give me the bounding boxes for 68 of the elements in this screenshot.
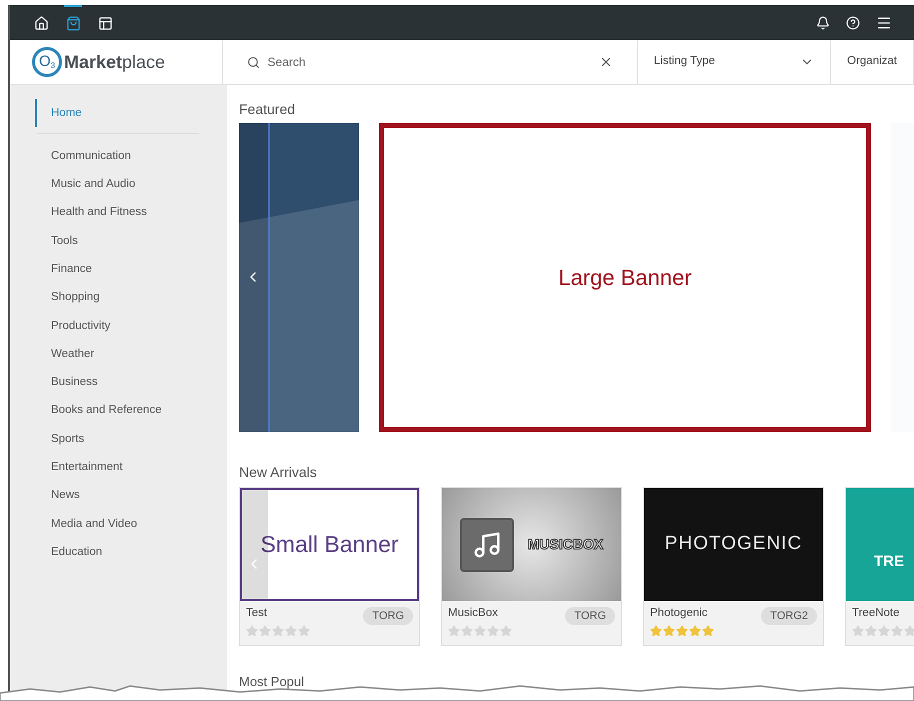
- home-icon: [34, 16, 48, 31]
- bell-icon[interactable]: [816, 16, 830, 30]
- app-card[interactable]: PHOTOGENIC Photogenic TORG2: [643, 487, 824, 646]
- section-title: Featured: [239, 100, 296, 119]
- sidebar-item[interactable]: Health and Fitness: [35, 198, 199, 228]
- star-icon: [865, 625, 877, 638]
- star-icon: [461, 625, 473, 638]
- sidebar-item[interactable]: Home: [35, 99, 199, 128]
- banner-text: PHOTOGENIC: [664, 532, 802, 556]
- bag-icon: [66, 16, 80, 31]
- sidebar-item[interactable]: Entertainment: [35, 454, 199, 482]
- star-icon: [474, 625, 486, 638]
- app-name: Photogenic: [650, 606, 709, 621]
- filter-dropdown[interactable]: Listing Type: [638, 40, 832, 84]
- star-icon: [650, 625, 662, 638]
- star-icon: [487, 625, 499, 638]
- filter-dropdown[interactable]: Organizat: [831, 40, 914, 84]
- star-icon: [904, 625, 914, 638]
- banner-text: Small Banner: [260, 530, 399, 560]
- sidebar-item[interactable]: Weather: [35, 340, 199, 369]
- search-icon: [246, 56, 260, 68]
- layout-icon: [98, 16, 112, 31]
- sidebar-item[interactable]: Tools: [35, 227, 199, 256]
- sidebar-item[interactable]: Business: [35, 368, 199, 397]
- star-icon: [246, 625, 258, 638]
- app-card[interactable]: TRE TreeNote: [845, 487, 914, 646]
- logo-icon: O$_{3}$: [32, 47, 62, 77]
- sidebar-item[interactable]: Communication: [35, 142, 199, 171]
- sidebar-item[interactable]: News: [35, 482, 199, 510]
- banner-text: Large Banner: [558, 264, 692, 292]
- logo-text: Marketplace: [64, 50, 166, 74]
- menu-icon[interactable]: [876, 14, 892, 30]
- org-tag: TORG: [565, 607, 615, 625]
- app-card[interactable]: Small Banner Test TORG: [239, 487, 420, 646]
- star-icon: [891, 625, 903, 638]
- sidebar-item[interactable]: Shopping: [35, 284, 199, 312]
- star-icon: [259, 625, 271, 638]
- star-icon: [285, 625, 297, 638]
- app-name: Test: [246, 606, 268, 621]
- star-icon: [448, 625, 460, 638]
- star-icon: [272, 625, 284, 638]
- star-icon: [676, 625, 688, 638]
- star-icon: [500, 625, 512, 638]
- section-title: New Arrivals: [239, 463, 318, 482]
- app-name: MusicBox: [448, 606, 499, 621]
- sidebar-item[interactable]: Books and Reference: [35, 396, 199, 426]
- star-icon: [663, 625, 675, 638]
- org-tag: TORG2: [761, 607, 817, 625]
- star-icon: [298, 625, 310, 638]
- star-icon: [878, 625, 890, 638]
- banner-text: TRE: [874, 552, 904, 572]
- sidebar-item[interactable]: Media and Video: [35, 510, 199, 538]
- search-field[interactable]: Search: [268, 53, 591, 71]
- sidebar-item[interactable]: Productivity: [35, 312, 199, 340]
- app-name: TreeNote: [852, 606, 901, 621]
- star-icon: [702, 625, 714, 638]
- section-title: Most Popul: [239, 673, 306, 691]
- star-icon: [689, 625, 701, 638]
- org-tag: TORG: [363, 607, 413, 625]
- banner-text: MUSICBOX: [528, 535, 604, 554]
- sidebar-item[interactable]: Finance: [35, 255, 199, 284]
- app-card[interactable]: MUSICBOX MusicBox TORG: [441, 487, 622, 646]
- help-icon[interactable]: [846, 16, 860, 30]
- sidebar-item[interactable]: Education: [35, 538, 199, 567]
- star-icon: [852, 625, 864, 638]
- sidebar-item[interactable]: Sports: [35, 425, 199, 454]
- music-note-icon: [460, 518, 514, 572]
- sidebar-item[interactable]: Music and Audio: [35, 170, 199, 199]
